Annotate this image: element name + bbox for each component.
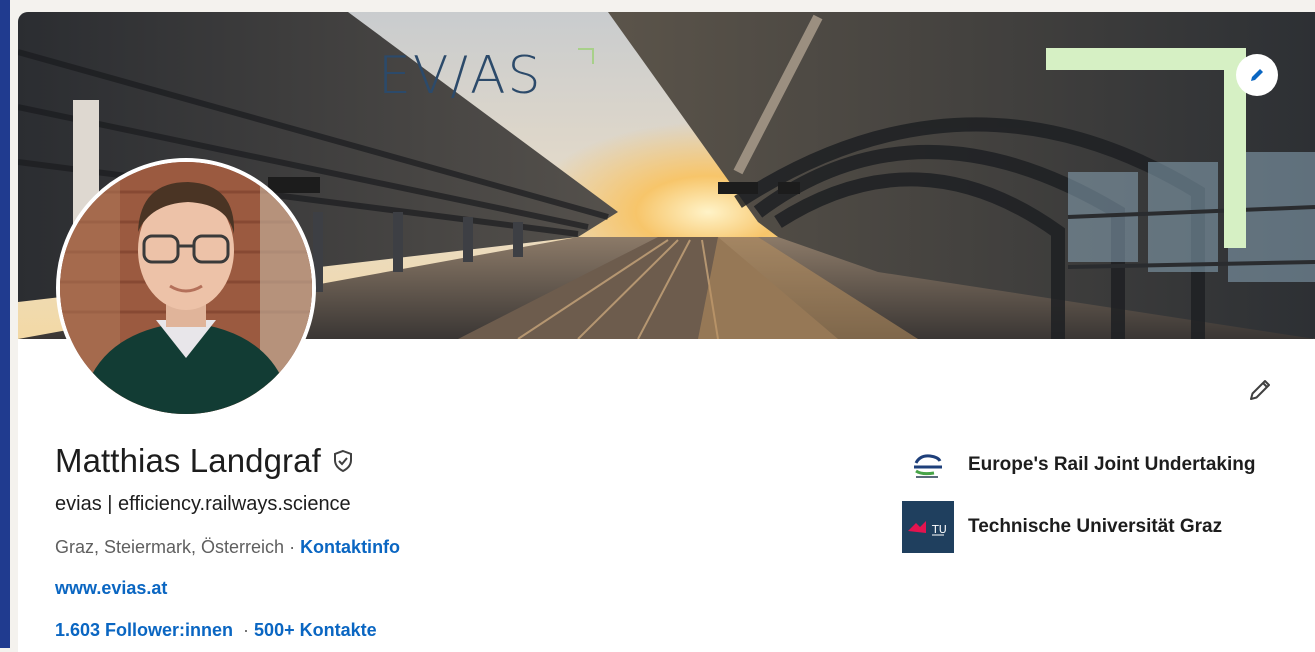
connections-link[interactable]: 500+ Kontakte xyxy=(254,620,377,640)
edit-profile-button[interactable] xyxy=(1240,372,1280,412)
banner-logo-text: EV/AS xyxy=(378,46,543,106)
organizations-list: Europe's Rail Joint Undertaking TU Techn… xyxy=(902,439,1302,553)
organization-name: Europe's Rail Joint Undertaking xyxy=(968,453,1256,475)
name-row: Matthias Landgraf xyxy=(55,442,357,480)
shield-check-icon[interactable] xyxy=(331,448,357,474)
profile-headline: evias | efficiency.railways.science xyxy=(55,493,351,515)
profile-card: EV/AS Matthias Landgraf evias | efficien… xyxy=(18,12,1315,652)
location-separator: · xyxy=(284,537,301,557)
tu-graz-logo: TU xyxy=(902,501,954,553)
avatar-photo xyxy=(60,162,312,414)
website-link[interactable]: www.evias.at xyxy=(55,578,167,599)
stats-row: 1.603 Follower:innen · 500+ Kontakte xyxy=(55,620,377,641)
pencil-icon xyxy=(1247,65,1267,85)
pencil-icon xyxy=(1247,377,1273,408)
followers-link[interactable]: 1.603 Follower:innen xyxy=(55,620,233,640)
profile-name: Matthias Landgraf xyxy=(55,442,321,479)
banner-logo-accent xyxy=(578,48,594,64)
svg-text:TU: TU xyxy=(931,523,947,536)
profile-location: Graz, Steiermark, Österreich xyxy=(55,537,285,557)
contact-info-link[interactable]: Kontaktinfo xyxy=(300,537,400,557)
organization-item[interactable]: Europe's Rail Joint Undertaking xyxy=(902,439,1302,491)
stats-separator: · xyxy=(233,620,255,640)
profile-avatar[interactable] xyxy=(56,158,316,418)
organization-name: Technische Universität Graz xyxy=(968,515,1223,537)
edit-banner-button[interactable] xyxy=(1236,54,1278,96)
location-row: Graz, Steiermark, Österreich · Kontaktin… xyxy=(55,537,400,558)
organization-item[interactable]: TU Technische Universität Graz xyxy=(902,501,1302,553)
europes-rail-logo xyxy=(902,439,954,491)
page: EV/AS Matthias Landgraf evias | efficien… xyxy=(0,0,1315,652)
window-edge xyxy=(0,0,10,648)
